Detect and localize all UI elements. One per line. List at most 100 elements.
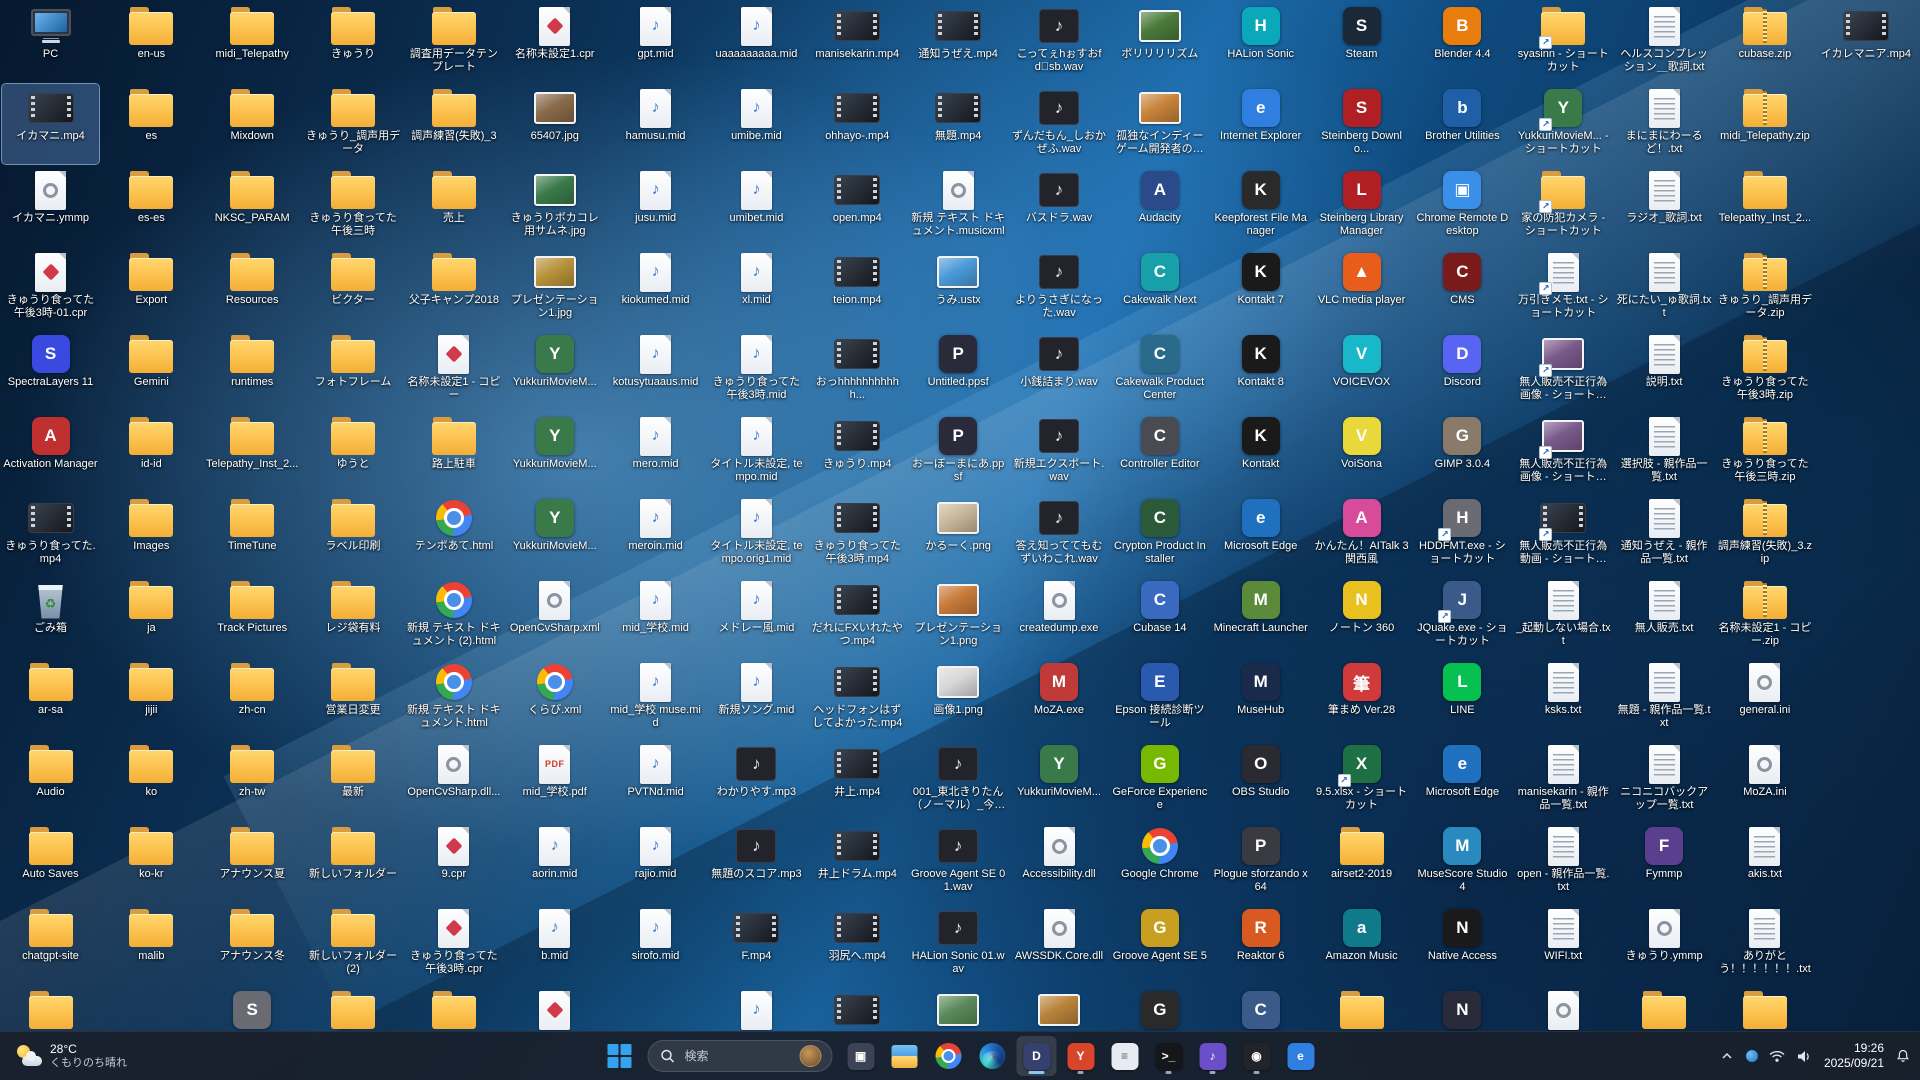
taskbar-app-discord[interactable]: D [1016,1036,1057,1076]
desktop-icon[interactable]: H HALion Sonic [1212,2,1309,82]
desktop-icon[interactable]: ♪ タイトル未設定, tempo.mid [708,412,805,492]
desktop-icon[interactable]: N ノートン 360 [1313,576,1410,656]
desktop-icon[interactable]: E Epson 接続診断ツール [1111,658,1208,738]
desktop-icon[interactable]: e Microsoft Edge [1212,494,1309,574]
desktop-icon[interactable]: F Fymmp [1616,822,1713,902]
desktop-icon[interactable]: Audio [2,740,99,820]
desktop-icon[interactable]: A Activation Manager [2,412,99,492]
desktop-icon[interactable]: Gemini [103,330,200,410]
desktop-icon[interactable]: a Amazon Music [1313,904,1410,984]
desktop-icon[interactable]: chatgpt-site [2,904,99,984]
desktop-icon[interactable]: ↗ syasinn - ショートカット [1515,2,1612,82]
desktop-icon[interactable]: Google Chrome [1111,822,1208,902]
desktop-icon[interactable]: b Brother Utilities [1414,84,1511,164]
desktop-icon[interactable]: ♪ meroin.mid [607,494,704,574]
desktop-icon[interactable]: runtimes [204,330,301,410]
desktop-icon[interactable]: プレゼンテーション1.png [910,576,1007,656]
desktop-icon[interactable]: ja [103,576,200,656]
desktop-icon[interactable]: Y ↗ YukkuriMovieM... - ショートカット [1515,84,1612,164]
desktop-icon[interactable]: 路上駐車 [405,412,502,492]
desktop-icon[interactable]: X ↗ 9.5.xlsx - ショートカット [1313,740,1410,820]
taskbar-app-ymm4[interactable]: Y [1061,1036,1101,1076]
taskbar-clock[interactable]: 19:26 2025/09/21 [1824,1041,1884,1071]
taskbar-app-notepad[interactable]: ≡ [1105,1036,1145,1076]
desktop-icon[interactable]: ksks.txt [1515,658,1612,738]
desktop-icon[interactable]: ♪ mid_学校 muse.mid [607,658,704,738]
desktop-icon[interactable]: A Audacity [1111,166,1208,246]
desktop-icon[interactable]: open.mp4 [809,166,906,246]
desktop-icon[interactable]: ♪ aorin.mid [506,822,603,902]
desktop-icon[interactable]: R Reaktor 6 [1212,904,1309,984]
desktop-icon[interactable]: きゅうり食ってた午後三時 [305,166,402,246]
desktop-icon[interactable]: 新規 テキスト ドキュメント.musicxml [910,166,1007,246]
desktop-icon[interactable]: 羽尻へ.mp4 [809,904,906,984]
desktop-icon[interactable]: ♪ kotusytuaaus.mid [607,330,704,410]
desktop-icon[interactable]: ♪ 無題のスコア.mp3 [708,822,805,902]
desktop-icon[interactable]: 名称未設定1 - コピー.zip [1716,576,1813,656]
desktop-icon[interactable]: 最新 [305,740,402,820]
desktop-icon[interactable] [1716,986,1813,1032]
desktop-icon[interactable]: ↗無人販売不正行為動画 - ショートカット [1515,494,1612,574]
desktop-icon[interactable]: J ↗ JQuake.exe - ショートカット [1414,576,1511,656]
desktop-icon[interactable]: 通知うぜえ.mp4 [910,2,1007,82]
desktop-icon[interactable]: malib [103,904,200,984]
desktop-icon[interactable]: きゅうり食ってた午後三時.zip [1716,412,1813,492]
taskbar-app-music-app[interactable]: ♪ [1193,1036,1233,1076]
desktop-icon[interactable]: ↗ 家の防犯カメラ - ショートカット [1515,166,1612,246]
desktop-icon[interactable]: manisekarin - 親作品一覧.txt [1515,740,1612,820]
desktop-icon[interactable]: K Kontakt 8 [1212,330,1309,410]
desktop-icon[interactable]: イカマニ.mp4 [1,83,100,165]
desktop-icon[interactable]: AWSSDK.Core.dll [1011,904,1108,984]
desktop-icon[interactable]: open - 親作品一覧.txt [1515,822,1612,902]
desktop-icon[interactable]: F.mp4 [708,904,805,984]
desktop-icon[interactable]: H ↗ HDDFMT.exe - ショートカット [1414,494,1511,574]
weather-widget[interactable]: 28°C くもりのち晴れ [6,1032,137,1080]
desktop-icon[interactable]: だれにFXいれたやつ.mp4 [809,576,906,656]
desktop-icon[interactable]: 新規 テキスト ドキュメント.html [405,658,502,738]
desktop-icon[interactable]: ♪ gpt.mid [607,2,704,82]
desktop-icon[interactable]: S Steinberg Downlo... [1313,84,1410,164]
desktop-icon[interactable]: O OBS Studio [1212,740,1309,820]
desktop-icon[interactable]: 無題.mp4 [910,84,1007,164]
desktop-icon[interactable]: ♪ xl.mid [708,248,805,328]
taskbar-app-terminal[interactable]: >_ [1149,1036,1189,1076]
desktop-icon[interactable]: ポリリリリズム [1111,2,1208,82]
desktop-icon[interactable]: ♪ kiokumed.mid [607,248,704,328]
start-button[interactable] [600,1036,640,1076]
desktop-icon[interactable]: es [103,84,200,164]
desktop-icon[interactable]: K Kontakt [1212,412,1309,492]
desktop-icon[interactable]: うみ.ustx [910,248,1007,328]
wifi-icon[interactable] [1768,1047,1786,1065]
desktop-icon[interactable]: id-id [103,412,200,492]
desktop-icon[interactable]: 筆筆まめ Ver.28 [1313,658,1410,738]
desktop-icon-grid[interactable]: PC en-us midi_Telepathy きゅうり 調査用データテンプレート 名称未… [0,0,1920,1032]
desktop-icon[interactable]: ラジオ_歌詞.txt [1616,166,1713,246]
desktop-icon[interactable]: e Internet Explorer [1212,84,1309,164]
desktop-icon[interactable]: C Controller Editor [1111,412,1208,492]
desktop-icon[interactable]: G [1111,986,1208,1032]
desktop-icon[interactable]: general.ini [1716,658,1813,738]
desktop-icon[interactable]: 名称未設定1.cpr [506,2,603,82]
desktop-icon[interactable]: まにまにわーるど！.txt [1616,84,1713,164]
desktop-icon[interactable]: 新しいフォルダー [305,822,402,902]
desktop-icon[interactable]: きゅうり食ってた午後3時.zip [1716,330,1813,410]
desktop-icon[interactable]: きゅうり食ってた.mp4 [2,494,99,574]
desktop-icon[interactable]: 新規 テキスト ドキュメント (2).html [405,576,502,656]
desktop-icon[interactable]: ニコニコバックアップ一覧.txt [1616,740,1713,820]
desktop-icon[interactable]: きゅうり.ymmp [1616,904,1713,984]
notification-bell-icon[interactable] [1894,1047,1912,1065]
desktop-icon[interactable]: ♪ わかりやす.mp3 [708,740,805,820]
desktop-icon[interactable]: en-us [103,2,200,82]
desktop-icon[interactable]: C CMS [1414,248,1511,328]
desktop-icon[interactable]: 9.cpr [405,822,502,902]
taskbar-app-internet-explorer[interactable]: e [1281,1036,1321,1076]
taskbar-search[interactable] [647,1040,833,1072]
desktop-icon[interactable]: ♪001_東北きりたん（ノーマル）_今じゃ... [910,740,1007,820]
desktop-icon[interactable] [2,986,99,1032]
desktop-icon[interactable]: L LINE [1414,658,1511,738]
desktop-icon[interactable]: 選択肢 - 親作品一覧.txt [1616,412,1713,492]
desktop-icon[interactable]: Y YukkuriMovieM... [506,412,603,492]
desktop-icon[interactable]: 調声練習(失敗)_3.zip [1716,494,1813,574]
desktop-icon[interactable]: midi_Telepathy [204,2,301,82]
desktop-icon[interactable]: ビクター [305,248,402,328]
